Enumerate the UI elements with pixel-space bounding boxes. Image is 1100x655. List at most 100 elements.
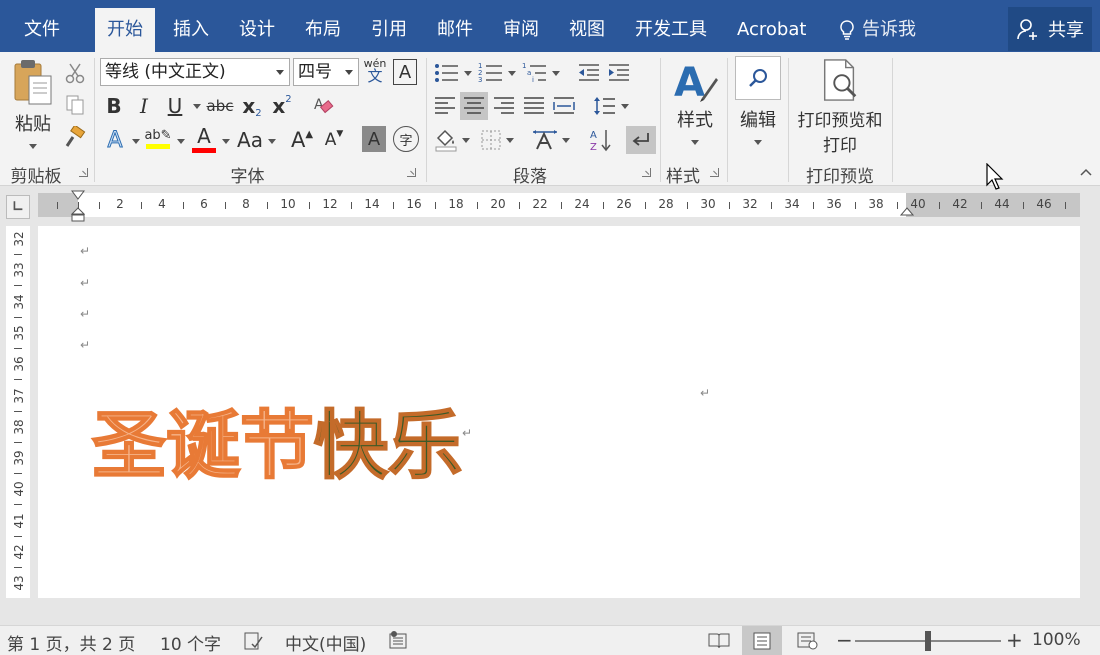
ruler-number: 24 xyxy=(574,197,590,211)
tab-mailings[interactable]: 邮件 xyxy=(425,8,485,52)
paste-label: 粘贴 xyxy=(15,114,51,135)
word-count[interactable]: 10 个字 xyxy=(160,630,221,655)
ruler-number: 12 xyxy=(322,197,338,211)
tab-layout[interactable]: 布局 xyxy=(293,8,353,52)
sort-button[interactable]: AZ xyxy=(588,126,614,154)
text-highlight-button[interactable]: ab✎ xyxy=(144,124,172,154)
proofing-icon[interactable] xyxy=(244,632,264,650)
zoom-in-button[interactable]: + xyxy=(1006,628,1023,652)
hanging-indent-marker[interactable] xyxy=(71,207,85,223)
superscript-button[interactable]: x2 xyxy=(270,92,294,120)
align-right-button[interactable] xyxy=(490,92,518,120)
editing-button[interactable]: 编辑 xyxy=(733,56,783,154)
tab-home[interactable]: 开始 xyxy=(95,8,155,52)
tell-me-search[interactable]: 告诉我 xyxy=(826,8,928,52)
first-line-indent-marker[interactable] xyxy=(71,190,85,202)
document-page[interactable]: ↵ ↵ ↵ ↵ ↵ 圣诞节快乐↵ xyxy=(38,226,1080,598)
styles-dialog-launcher[interactable] xyxy=(710,168,719,177)
greeting-heading[interactable]: 圣诞节快乐↵ xyxy=(91,386,472,493)
font-name-combo[interactable]: 等线 (中文正文) xyxy=(100,58,290,86)
tab-insert[interactable]: 插入 xyxy=(161,8,221,52)
increase-indent-button[interactable] xyxy=(606,60,632,86)
paragraph-dialog-launcher[interactable] xyxy=(642,168,651,177)
vertical-ruler-tick xyxy=(14,473,22,475)
subscript-button[interactable]: x2 xyxy=(240,92,264,120)
ruler-number: 40 xyxy=(910,197,926,211)
horizontal-ruler[interactable]: 2 4 6 8 10 12 14 16 18 20 22 24 26 28 30 32 34 36 38 40 42 44… xyxy=(38,190,1080,222)
font-dialog-launcher[interactable] xyxy=(407,168,416,177)
font-size-value: 四号 xyxy=(298,62,332,82)
vertical-ruler-number: 43 xyxy=(12,575,26,591)
clipboard-dialog-launcher[interactable] xyxy=(79,168,88,177)
text-effects-label: A xyxy=(107,127,123,153)
highlighter-icon: ab✎ xyxy=(144,128,172,143)
clear-formatting-button[interactable]: A xyxy=(310,92,336,120)
read-mode-icon[interactable] xyxy=(708,632,730,650)
underline-dropdown-arrow[interactable] xyxy=(193,104,201,109)
multilevel-list-button[interactable]: 1ai xyxy=(520,60,562,86)
strikethrough-button[interactable]: abc xyxy=(204,92,236,120)
print-preview-button[interactable]: 打印预览和 打印 xyxy=(792,58,888,156)
highlight-dropdown-arrow[interactable] xyxy=(177,139,185,144)
enclose-characters-button[interactable]: 字 xyxy=(393,126,419,152)
character-shading-button[interactable]: A xyxy=(362,126,386,152)
styles-button[interactable]: A 样式 xyxy=(668,58,722,154)
person-add-icon xyxy=(1017,19,1037,40)
tab-acrobat[interactable]: Acrobat xyxy=(725,8,818,52)
font-color-button[interactable]: A xyxy=(190,124,218,154)
decrease-indent-button[interactable] xyxy=(576,60,602,86)
collapse-ribbon-button[interactable] xyxy=(1076,162,1096,182)
shading-button[interactable] xyxy=(432,126,472,154)
align-center-button[interactable] xyxy=(460,92,488,120)
tab-view[interactable]: 视图 xyxy=(557,8,617,52)
show-hide-marks-button[interactable] xyxy=(626,126,656,154)
tab-file[interactable]: 文件 xyxy=(12,8,72,52)
ruler-number: 18 xyxy=(448,197,464,211)
font-name-value: 等线 (中文正文) xyxy=(105,62,226,82)
change-case-button[interactable]: Aa xyxy=(235,126,265,154)
share-button[interactable]: 共享 xyxy=(1008,7,1092,51)
justify-button[interactable] xyxy=(520,92,548,120)
font-color-dropdown-arrow[interactable] xyxy=(222,139,230,144)
lightbulb-icon xyxy=(840,20,854,40)
line-spacing-button[interactable] xyxy=(590,92,632,120)
grow-font-button[interactable]: A ▲ xyxy=(290,126,314,154)
tab-references[interactable]: 引用 xyxy=(359,8,419,52)
text-effects-button[interactable]: A xyxy=(102,126,128,154)
copy-button[interactable] xyxy=(63,92,87,118)
character-border-button[interactable]: A xyxy=(393,59,417,85)
zoom-slider-thumb[interactable] xyxy=(925,631,931,651)
borders-button[interactable] xyxy=(476,126,518,154)
paste-button[interactable]: 粘贴 xyxy=(8,58,58,154)
format-painter-button[interactable] xyxy=(63,124,87,150)
tab-selector-button[interactable]: ∟ xyxy=(6,195,30,219)
chinese-layout-button[interactable] xyxy=(530,126,572,154)
page-count[interactable]: 第 1 页，共 2 页 xyxy=(7,630,135,655)
ruler-tick xyxy=(99,202,100,209)
distributed-button[interactable] xyxy=(550,92,578,120)
font-size-combo[interactable]: 四号 xyxy=(293,58,359,86)
chevron-down-icon xyxy=(562,137,570,143)
web-layout-icon[interactable] xyxy=(797,632,819,650)
bullets-button[interactable] xyxy=(432,60,474,86)
align-left-button[interactable] xyxy=(432,92,458,120)
shrink-font-button[interactable]: A ▼ xyxy=(322,126,346,154)
underline-button[interactable]: U xyxy=(162,92,188,120)
macro-recording-icon[interactable] xyxy=(389,631,411,651)
italic-button[interactable]: I xyxy=(132,92,156,120)
ruler-number: 36 xyxy=(826,197,842,211)
tab-design[interactable]: 设计 xyxy=(227,8,287,52)
phonetic-guide-button[interactable]: wén 文 xyxy=(362,56,388,86)
print-layout-button[interactable] xyxy=(742,626,782,655)
numbering-button[interactable]: 123 xyxy=(476,60,518,86)
text-effects-dropdown-arrow[interactable] xyxy=(132,139,140,144)
change-case-dropdown-arrow[interactable] xyxy=(268,139,276,144)
zoom-out-button[interactable]: − xyxy=(836,628,853,652)
language-indicator[interactable]: 中文(中国) xyxy=(285,630,366,655)
tab-developer[interactable]: 开发工具 xyxy=(623,8,719,52)
zoom-level[interactable]: 100% xyxy=(1032,630,1081,650)
cut-button[interactable] xyxy=(63,60,87,86)
bold-button[interactable]: B xyxy=(102,92,126,120)
tab-review[interactable]: 审阅 xyxy=(491,8,551,52)
vertical-ruler[interactable]: 32 33 34 35 36 37 38 39 40 41 42 43 xyxy=(6,226,30,598)
